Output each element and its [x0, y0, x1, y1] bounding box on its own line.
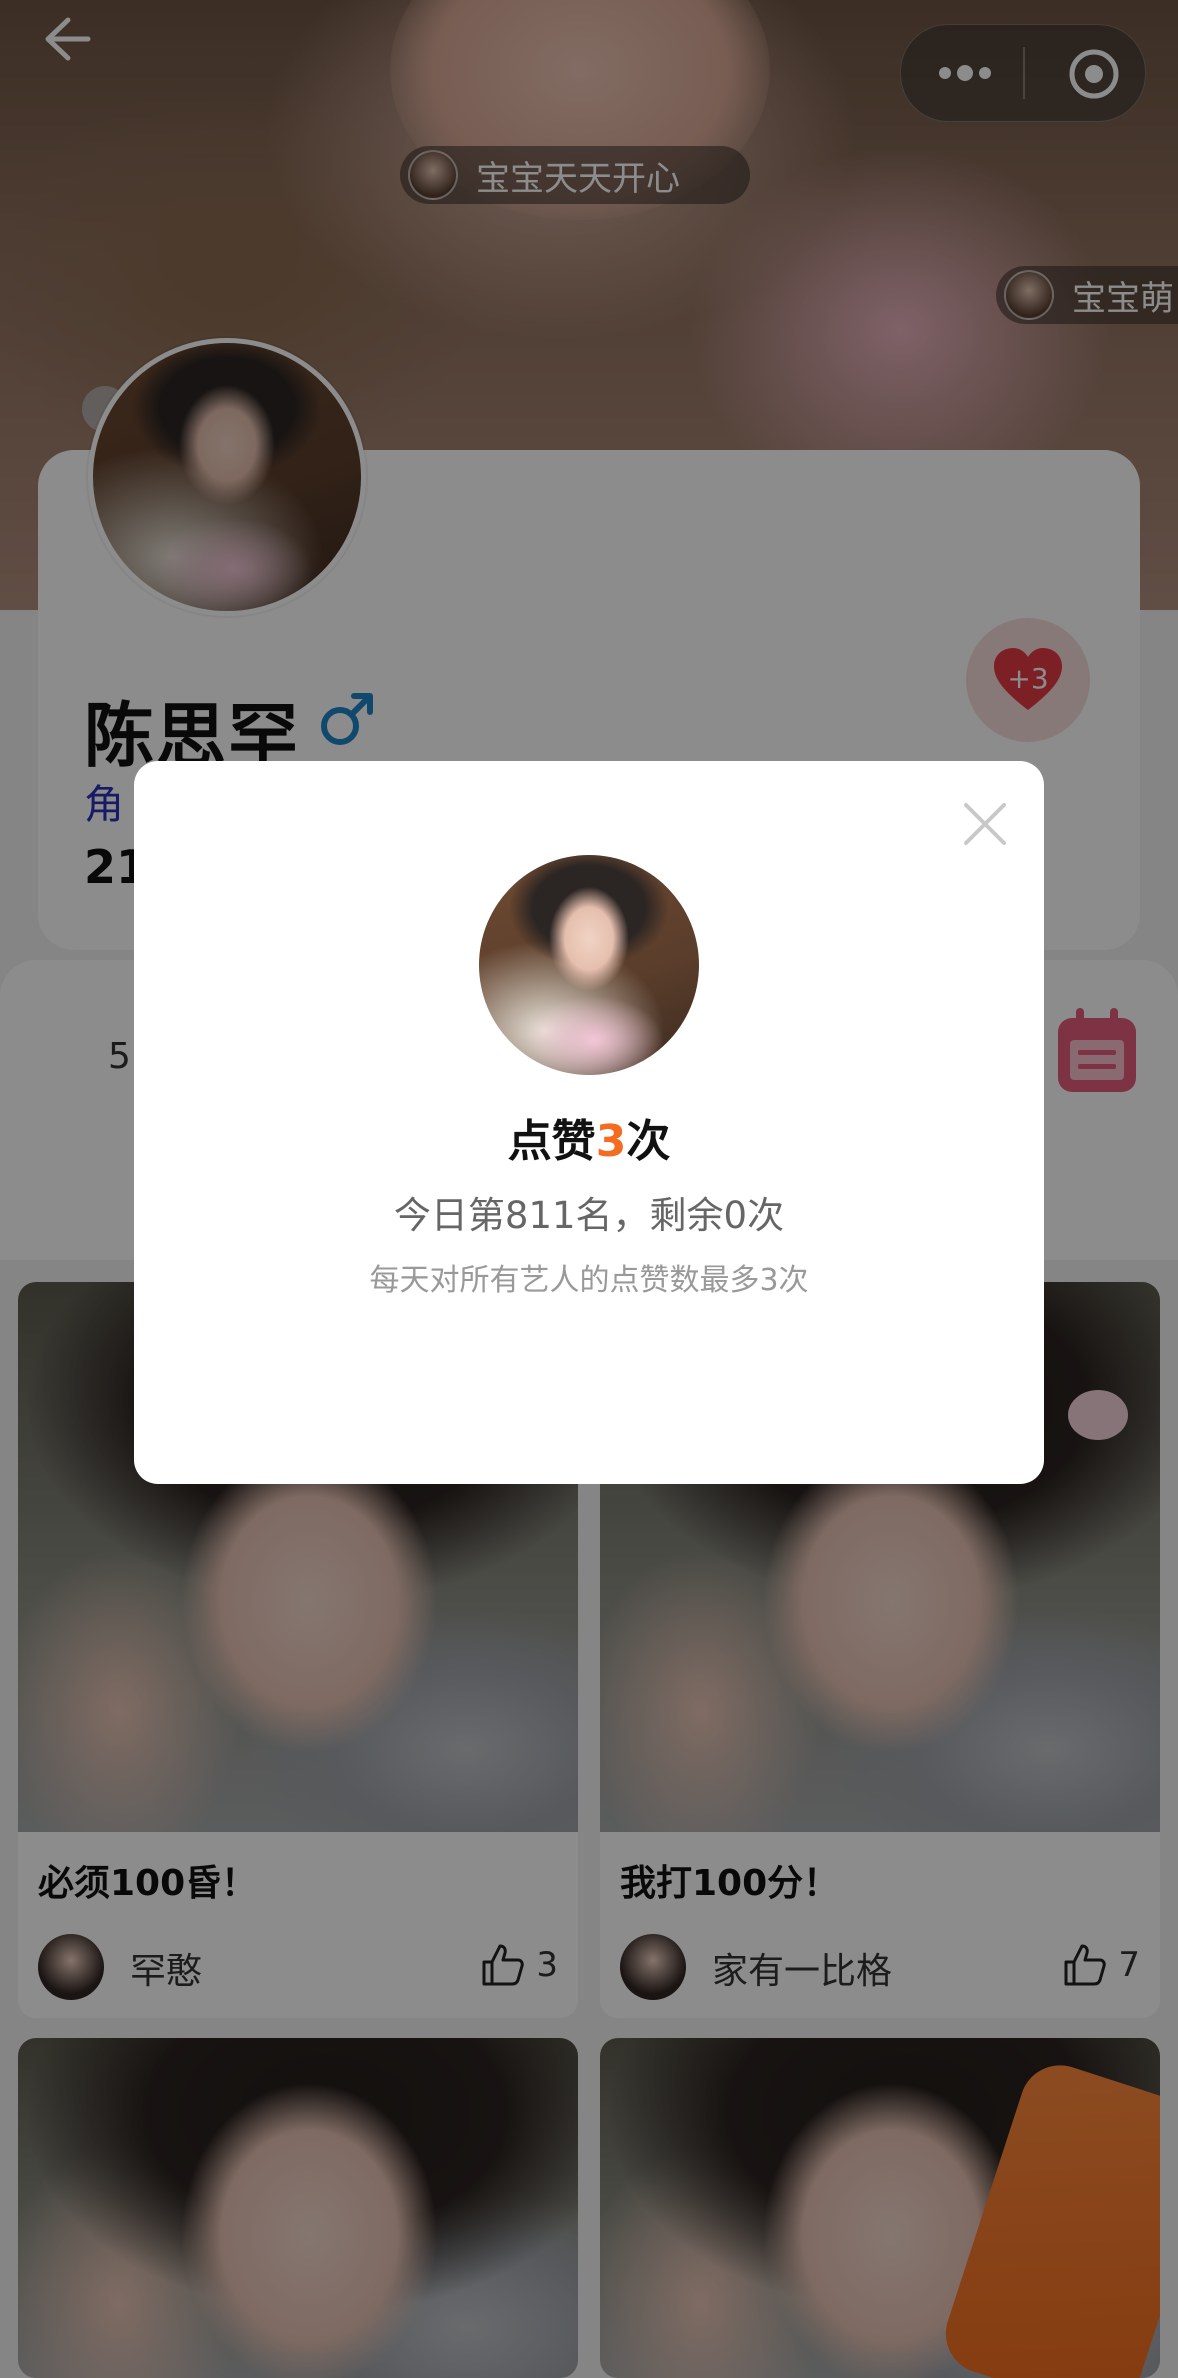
close-icon[interactable]	[958, 797, 1012, 851]
dialog-title-suffix: 次	[626, 1116, 671, 1167]
dialog-subtitle: 今日第811名，剩余0次	[393, 1194, 785, 1237]
dialog-title: 点赞3次	[134, 1105, 1044, 1169]
dialog-avatar	[479, 855, 699, 1075]
page: 宝宝天天开心 宝宝萌 陈思罕 角 21 +3 5 必须100昏！ 罕憨 3 我打…	[0, 0, 1178, 2378]
dialog-title-prefix: 点赞	[507, 1116, 596, 1167]
dialog-title-count: 3	[595, 1116, 627, 1167]
dialog-note: 每天对所有艺人的点赞数最多3次	[369, 1263, 809, 1298]
like-result-dialog: 点赞3次 今日第811名，剩余0次 每天对所有艺人的点赞数最多3次	[134, 761, 1044, 1484]
